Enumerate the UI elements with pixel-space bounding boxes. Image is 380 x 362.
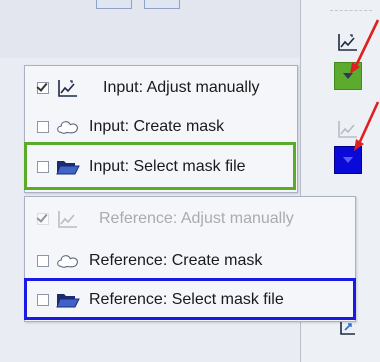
red-arrow-icon [350, 19, 380, 74]
menu-item-reference-create-mask[interactable]: Reference: Create mask [25, 242, 355, 280]
cloud-outline-icon [55, 116, 81, 138]
panel-control-right[interactable] [144, 0, 180, 9]
annotation-arrows [350, 19, 380, 151]
input-select-mask-highlight [24, 142, 296, 190]
menu-item-reference-adjust-manually: Reference: Adjust manually [25, 200, 355, 238]
menu-item-input-create-mask[interactable]: Input: Create mask [25, 108, 297, 146]
checkbox[interactable] [37, 255, 49, 267]
menu-item-label: Input: Adjust manually [103, 79, 260, 96]
chart-edit-icon [55, 208, 81, 230]
menu-item-label: Reference: Create mask [89, 252, 263, 269]
checkbox[interactable] [37, 82, 49, 94]
cloud-outline-icon [55, 250, 81, 272]
reference-select-mask-highlight [24, 278, 356, 320]
checkbox [37, 213, 49, 225]
red-arrow-icon [354, 101, 380, 151]
toolbar-dashed-divider [330, 10, 372, 11]
chevron-down-icon [343, 157, 353, 163]
menu-item-input-adjust-manually[interactable]: Input: Adjust manually [25, 69, 297, 107]
panel-control-left[interactable] [96, 0, 132, 9]
menu-item-label: Reference: Adjust manually [99, 210, 294, 227]
chart-edit-icon [55, 77, 81, 99]
checkbox[interactable] [37, 121, 49, 133]
menu-item-label: Input: Create mask [89, 118, 225, 135]
